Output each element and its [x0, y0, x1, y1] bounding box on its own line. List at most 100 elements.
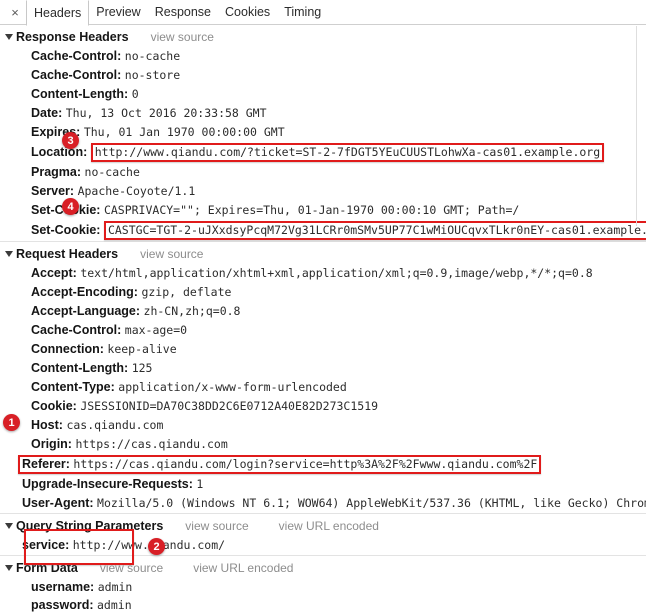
header-value: Thu, 01 Jan 1970 00:00:00 GMT	[83, 125, 285, 139]
header-row: Cache-Control: no-cache	[0, 47, 646, 66]
header-name: Server:	[31, 184, 75, 198]
chevron-down-icon[interactable]	[5, 523, 13, 529]
header-row: Server: Apache-Coyote/1.1	[0, 182, 646, 201]
header-row: Cache-Control: max-age=0	[0, 321, 646, 340]
header-row: User-Agent: Mozilla/5.0 (Windows NT 6.1;…	[0, 494, 646, 513]
chevron-down-icon[interactable]	[5, 565, 13, 571]
chevron-down-icon[interactable]	[5, 251, 13, 257]
header-value: Apache-Coyote/1.1	[77, 184, 196, 198]
panel-right-edge	[636, 26, 637, 226]
tab-response[interactable]: Response	[148, 0, 218, 24]
header-name: Accept-Encoding:	[31, 285, 138, 299]
header-row: Host: cas.qiandu.com	[0, 416, 646, 435]
view-source-link-request-headers[interactable]: view source	[140, 247, 203, 261]
header-value: 125	[131, 361, 153, 375]
header-name: Cache-Control:	[31, 68, 122, 82]
highlighted-referer-row: Referer: https://cas.qiandu.com/login?se…	[18, 455, 542, 474]
section-response-headers-header[interactable]: Response Headers view source	[0, 25, 646, 47]
header-name: Cookie:	[31, 399, 77, 413]
header-row: Cache-Control: no-store	[0, 66, 646, 85]
header-row-referer: Referer: https://cas.qiandu.com/login?se…	[0, 454, 646, 475]
header-name: Content-Length:	[31, 87, 129, 101]
view-source-link-response-headers[interactable]: view source	[151, 30, 214, 44]
view-url-encoded-link-form-data[interactable]: view URL encoded	[193, 561, 293, 575]
annotation-marker-3: 3	[62, 132, 79, 149]
header-value: https://cas.qiandu.com/login?service=htt…	[73, 457, 538, 471]
header-row: Expires: Thu, 01 Jan 1970 00:00:00 GMT	[0, 123, 646, 142]
header-value: text/html,application/xhtml+xml,applicat…	[80, 266, 593, 280]
header-name: Content-Length:	[31, 361, 129, 375]
header-name: Accept:	[31, 266, 77, 280]
header-value: no-cache	[84, 165, 140, 179]
headers-panel: Response Headers view source Cache-Contr…	[0, 25, 646, 614]
section-title-response-headers: Response Headers	[16, 30, 129, 44]
header-row: Content-Length: 125	[0, 359, 646, 378]
header-row: Origin: https://cas.qiandu.com	[0, 435, 646, 454]
header-value: 0	[131, 87, 139, 101]
chevron-down-icon[interactable]	[5, 34, 13, 40]
header-name: User-Agent:	[22, 496, 94, 510]
form-field-value: admin	[97, 580, 133, 594]
form-field-name: password:	[31, 598, 94, 612]
form-data-row-username: username: admin	[0, 578, 646, 596]
tab-preview[interactable]: Preview	[89, 0, 147, 24]
header-row: Connection: keep-alive	[0, 340, 646, 359]
tab-headers[interactable]: Headers	[26, 0, 90, 26]
header-row: Cookie: JSESSIONID=DA70C38DD2C6E0712A40E…	[0, 397, 646, 416]
header-value: CASPRIVACY=""; Expires=Thu, 01-Jan-1970 …	[103, 203, 520, 217]
devtools-tab-bar: × Headers Preview Response Cookies Timin…	[0, 0, 646, 26]
header-value: keep-alive	[107, 342, 177, 356]
header-row: Date: Thu, 13 Oct 2016 20:33:58 GMT	[0, 104, 646, 123]
header-row: Pragma: no-cache	[0, 163, 646, 182]
form-field-name: username:	[31, 580, 95, 594]
header-name: Host:	[31, 418, 63, 432]
header-name: Date:	[31, 106, 63, 120]
header-row: Upgrade-Insecure-Requests: 1	[0, 475, 646, 494]
header-name: Cache-Control:	[31, 323, 122, 337]
header-name: Connection:	[31, 342, 104, 356]
header-name: Origin:	[31, 437, 72, 451]
header-value: Mozilla/5.0 (Windows NT 6.1; WOW64) Appl…	[97, 496, 646, 510]
annotation-marker-1: 1	[3, 414, 20, 431]
form-field-value: admin	[97, 598, 132, 612]
header-row: Content-Length: 0	[0, 85, 646, 104]
tab-cookies[interactable]: Cookies	[218, 0, 277, 24]
section-request-headers-header[interactable]: Request Headers view source	[0, 241, 646, 264]
header-row-set-cookie-castgc: Set-Cookie: CASTGC=TGT-2-uJXxdsyPcqM72Vg…	[0, 220, 646, 241]
header-value: max-age=0	[124, 323, 188, 337]
highlighted-castgc-value: CASTGC=TGT-2-uJXxdsyPcqM72Vg31LCRr0mSMv5…	[103, 221, 646, 240]
view-url-encoded-link-query-string[interactable]: view URL encoded	[279, 519, 379, 533]
header-value: zh-CN,zh;q=0.8	[143, 304, 241, 318]
header-name: Accept-Language:	[31, 304, 141, 318]
header-row: Accept-Encoding: gzip, deflate	[0, 283, 646, 302]
section-title-request-headers: Request Headers	[16, 247, 119, 261]
header-row: Accept: text/html,application/xhtml+xml,…	[0, 264, 646, 283]
annotation-marker-2: 2	[148, 538, 165, 555]
form-data-row-password: password: admin	[0, 596, 646, 614]
header-name: Content-Type:	[31, 380, 115, 394]
close-icon[interactable]: ×	[4, 0, 26, 24]
header-value: JSESSIONID=DA70C38DD2C6E0712A40E82D273C1…	[80, 399, 379, 413]
header-value: no-cache	[124, 49, 181, 63]
header-name: Cache-Control:	[31, 49, 122, 63]
header-value: gzip, deflate	[141, 285, 232, 299]
header-name: Referer:	[22, 457, 70, 471]
header-name: Upgrade-Insecure-Requests:	[22, 477, 193, 491]
header-row: Accept-Language: zh-CN,zh;q=0.8	[0, 302, 646, 321]
header-value: Thu, 13 Oct 2016 20:33:58 GMT	[65, 106, 267, 120]
tab-timing[interactable]: Timing	[277, 0, 328, 24]
header-name: Location:	[31, 144, 88, 159]
header-value: 1	[196, 477, 204, 491]
header-value: https://cas.qiandu.com	[75, 437, 228, 451]
header-row-location: Location: http://www.qiandu.com/?ticket=…	[0, 142, 646, 163]
header-name: Pragma:	[31, 165, 82, 179]
header-row: Set-Cookie: CASPRIVACY=""; Expires=Thu, …	[0, 201, 646, 220]
highlighted-location-value: http://www.qiandu.com/?ticket=ST-2-7fDGT…	[90, 143, 605, 162]
view-source-link-query-string[interactable]: view source	[185, 519, 248, 533]
header-value: cas.qiandu.com	[66, 418, 164, 432]
highlighted-form-data-box	[24, 529, 134, 565]
annotation-marker-4: 4	[62, 198, 79, 215]
header-value: no-store	[124, 68, 181, 82]
header-value: application/x-www-form-urlencoded	[118, 380, 347, 394]
header-row: Content-Type: application/x-www-form-url…	[0, 378, 646, 397]
